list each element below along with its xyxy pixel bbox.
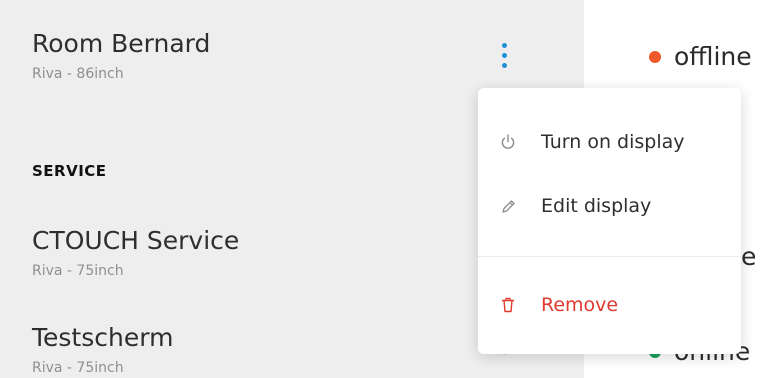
device-name: Room Bernard xyxy=(32,29,211,58)
menu-item-remove[interactable]: Remove xyxy=(478,281,741,329)
status-label: e xyxy=(741,242,757,271)
menu-item-label: Turn on display xyxy=(541,131,685,153)
device-model: Riva - 86inch xyxy=(32,66,124,82)
status-badge-offline: offline xyxy=(649,42,752,71)
status-badge-partial: e xyxy=(741,242,756,271)
device-row-ctouch-service[interactable]: CTOUCH Service Riva - 75inch xyxy=(32,226,239,280)
pencil-icon xyxy=(500,197,516,215)
status-label: offline xyxy=(674,42,752,71)
trash-icon xyxy=(500,296,516,314)
menu-item-label: Remove xyxy=(541,294,619,316)
device-model: Riva - 75inch xyxy=(32,263,124,279)
device-model: Riva - 75inch xyxy=(32,360,124,376)
device-row-testscherm[interactable]: Testscherm Riva - 75inch xyxy=(32,323,173,377)
context-menu: Turn on display Edit display Remove xyxy=(478,88,741,354)
menu-item-label: Edit display xyxy=(541,195,652,217)
device-name: CTOUCH Service xyxy=(32,226,240,255)
menu-item-turn-on-display[interactable]: Turn on display xyxy=(478,118,741,166)
menu-divider xyxy=(478,256,741,257)
device-name: Testscherm xyxy=(32,323,174,352)
status-dot-icon xyxy=(649,50,661,63)
device-row-room-bernard[interactable]: Room Bernard Riva - 86inch xyxy=(32,29,210,83)
section-header-service: SERVICE xyxy=(32,162,107,180)
menu-item-edit-display[interactable]: Edit display xyxy=(478,182,741,230)
power-icon xyxy=(500,133,516,151)
more-options-icon[interactable] xyxy=(497,41,513,71)
